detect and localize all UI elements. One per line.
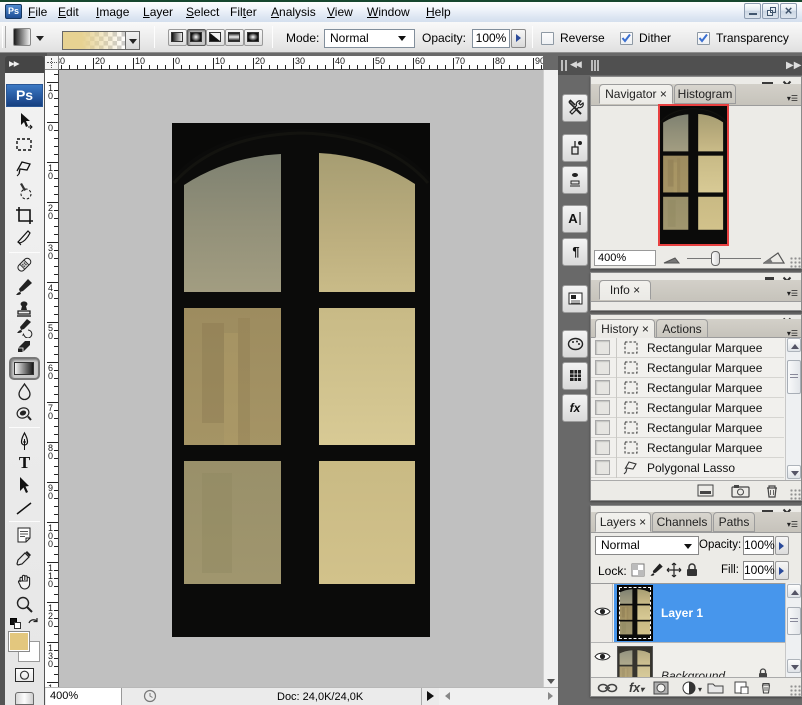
svg-text:¶: ¶ — [572, 244, 579, 259]
svg-text:A: A — [568, 211, 578, 226]
svg-text:T: T — [19, 453, 31, 472]
svg-text:fx: fx — [570, 401, 582, 415]
